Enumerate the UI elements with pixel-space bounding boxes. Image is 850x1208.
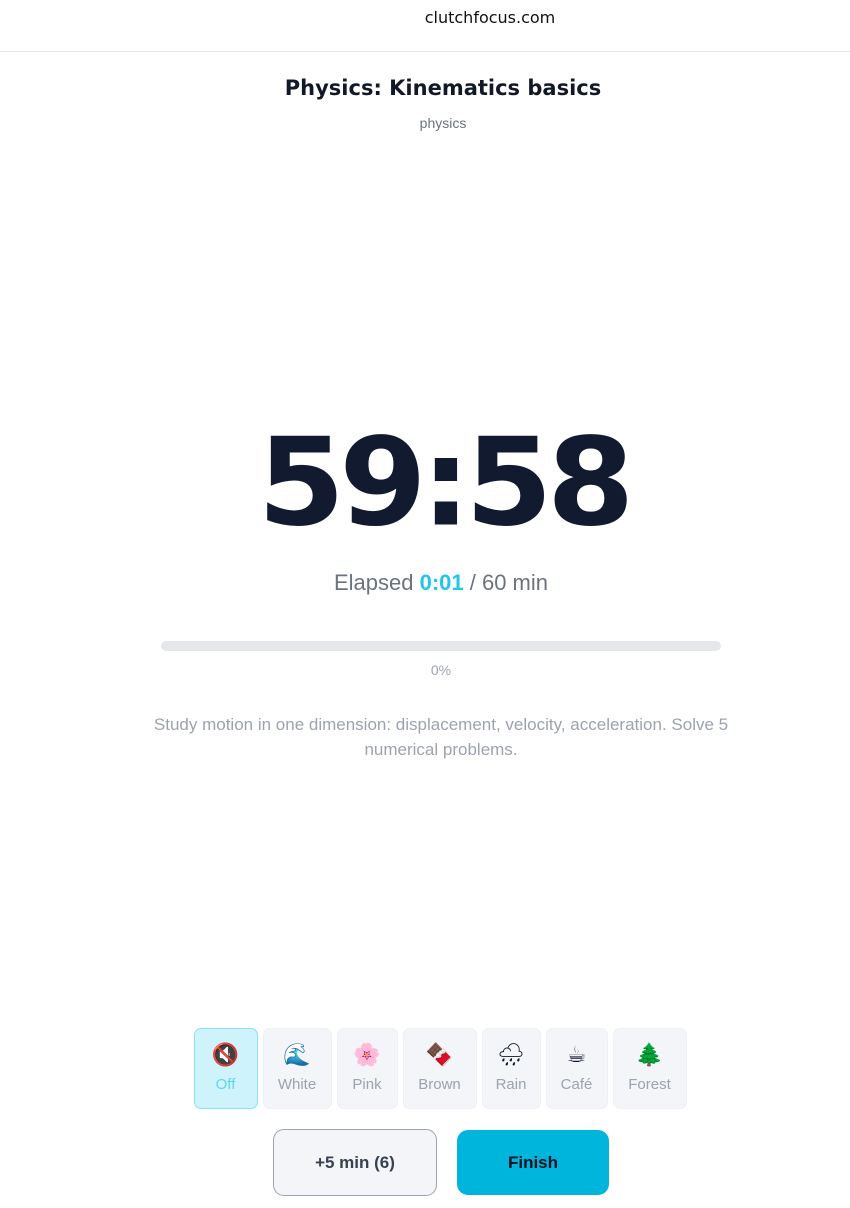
rain-cloud-icon: 🌧 (497, 1043, 525, 1068)
ambient-sound-selector: 🔇 Off 🌊 White 🌸 Pink 🍫 Brown 🌧 Rain ☕ Café 🌲 Forest (0, 1028, 850, 1109)
sound-option-label: White (277, 1076, 317, 1093)
progress-label: 0% (430, 662, 452, 678)
elapsed-suffix: / 60 min (463, 570, 549, 595)
session-subject: physics (419, 115, 467, 131)
countdown-value: 59:58 (257, 411, 634, 554)
sound-option-label: Brown (418, 1076, 461, 1093)
sound-option-label: Café (560, 1076, 593, 1093)
muted-speaker-icon: 🔇 (211, 1043, 240, 1068)
chocolate-bar-icon: 🍫 (425, 1043, 454, 1068)
sound-option-forest[interactable]: 🌲 Forest (612, 1028, 687, 1109)
sound-option-off[interactable]: 🔇 Off (193, 1028, 258, 1109)
pink-flower-icon: 🌸 (353, 1043, 381, 1068)
finish-button[interactable]: Finish (457, 1130, 609, 1195)
sound-option-cafe[interactable]: ☕ Café (545, 1028, 608, 1109)
sound-option-white[interactable]: 🌊 White (262, 1028, 332, 1109)
extend-5-min-button[interactable]: +5 min (6) (273, 1129, 437, 1196)
sound-option-label: Pink (352, 1076, 382, 1093)
sound-option-brown[interactable]: 🍫 Brown (402, 1028, 477, 1109)
elapsed-prefix: Elapsed (333, 570, 420, 595)
url-text: clutchfocus.com (424, 8, 556, 27)
progress-bar (161, 641, 721, 651)
sound-option-label: Rain (495, 1076, 527, 1093)
evergreen-tree-icon: 🌲 (635, 1043, 664, 1068)
sound-option-pink[interactable]: 🌸 Pink (336, 1028, 398, 1109)
session-description: Study motion in one dimension: displacem… (153, 715, 729, 759)
sound-option-rain[interactable]: 🌧 Rain (481, 1028, 541, 1109)
address-bar[interactable]: clutchfocus.com (0, 0, 850, 52)
sound-option-label: Forest (628, 1076, 671, 1093)
wave-icon: 🌊 (283, 1043, 311, 1068)
coffee-cup-icon: ☕ (566, 1043, 587, 1068)
sound-option-label: Off (215, 1076, 236, 1093)
elapsed-readout: Elapsed 0:01 / 60 min (0, 570, 850, 596)
elapsed-value: 0:01 (419, 570, 464, 595)
countdown-timer: 59:58 (0, 420, 850, 546)
session-title: Physics: Kinematics basics (284, 76, 602, 100)
